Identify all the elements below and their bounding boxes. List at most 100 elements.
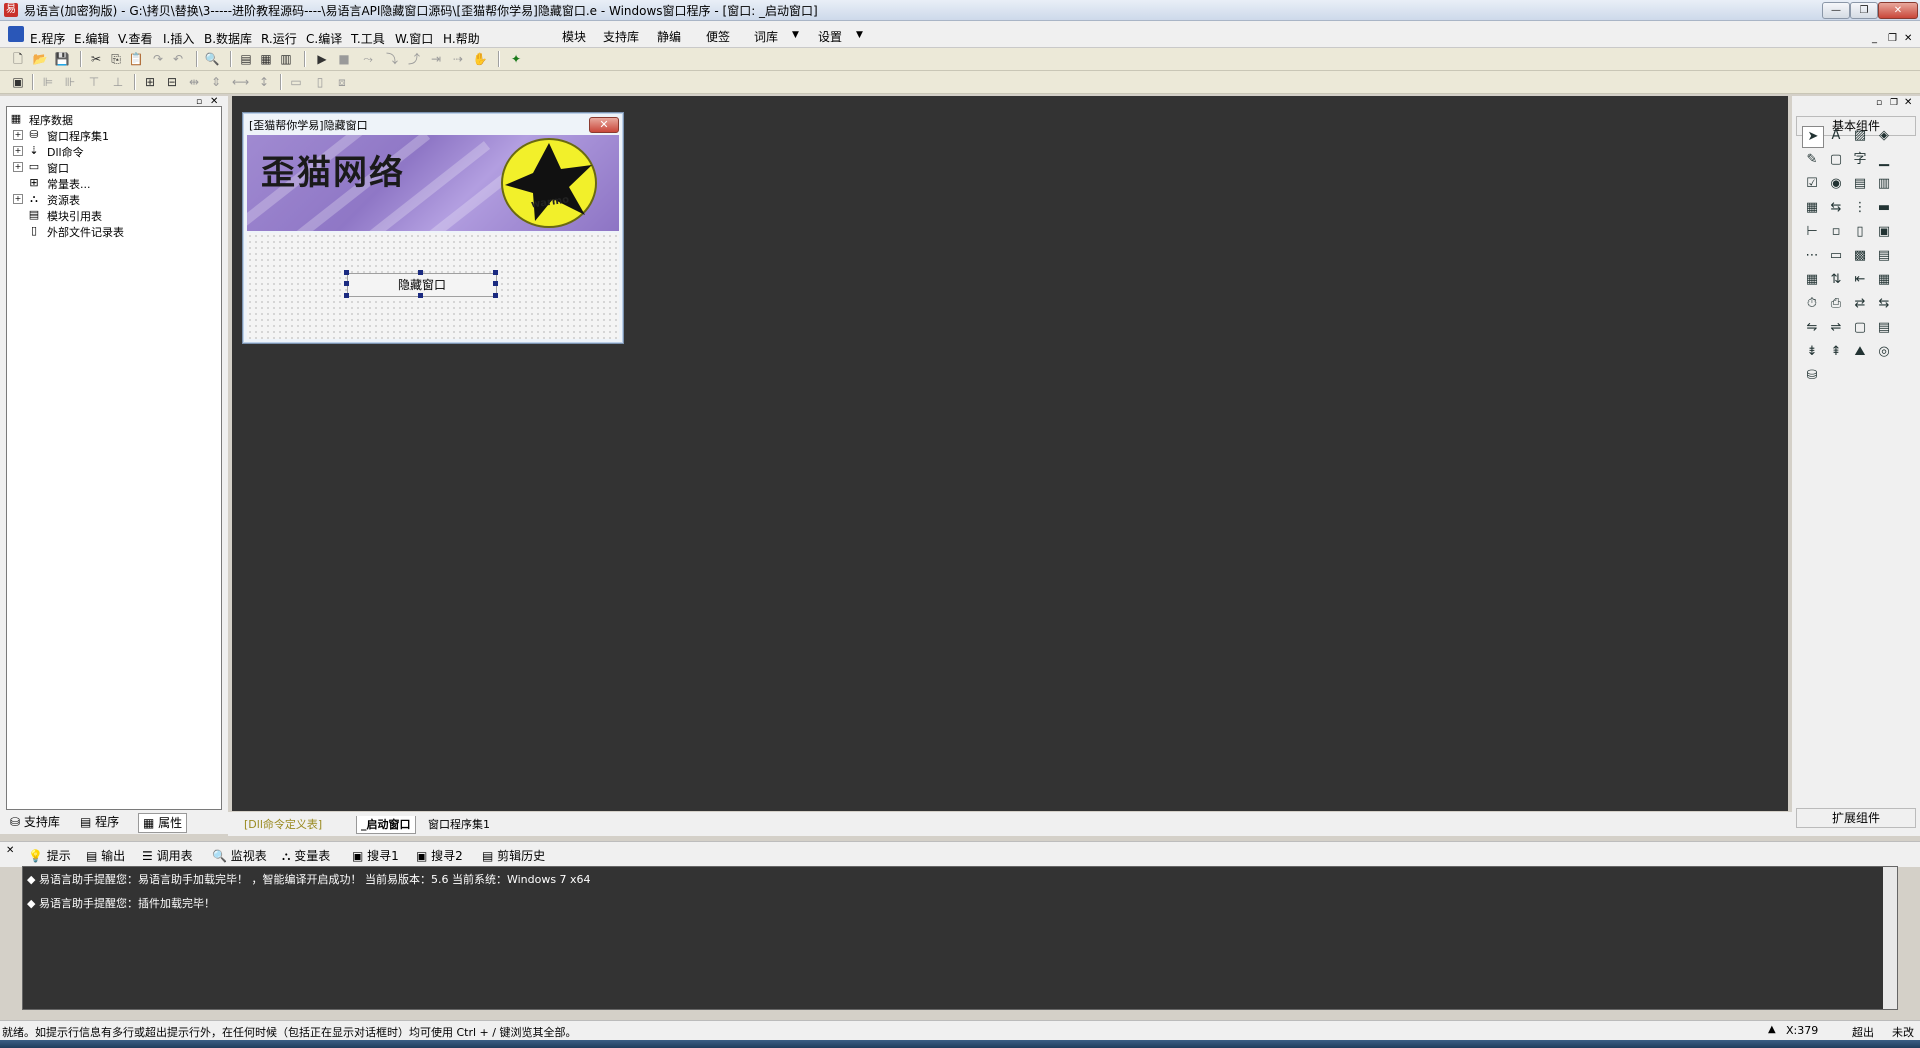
tab-watch[interactable]: 🔍 监视表 [212, 847, 267, 864]
same-width-icon[interactable]: ⇹ [186, 74, 202, 90]
banner-image[interactable]: 歪猫网络 warmo [247, 135, 619, 231]
hand-icon[interactable]: ✋ [472, 51, 488, 67]
tab-call-stack[interactable]: ☰ 调用表 [142, 847, 193, 864]
vscroll-icon[interactable]: ⋮ [1850, 198, 1870, 218]
paste-icon[interactable]: 📋 [128, 51, 144, 67]
dotted-icon[interactable]: ⋯ [1802, 246, 1822, 266]
tab-variables[interactable]: ⛬ 变量表 [282, 847, 330, 864]
menu-thesaurus[interactable]: 词库 [754, 28, 778, 45]
form-designer[interactable]: [歪猫帮你学易]隐藏窗口 ✕ 歪猫网络 warmo 隐藏窗口 [232, 96, 1788, 811]
menu-insert[interactable]: I.插入 [163, 30, 194, 47]
resize-handle[interactable] [418, 293, 423, 298]
menu-run[interactable]: R.运行 [261, 30, 297, 47]
menu-static-compile[interactable]: 静编 [657, 28, 681, 45]
edit-box-icon[interactable]: ✎ [1802, 150, 1822, 170]
mdi-restore-icon[interactable]: ❐ [1888, 33, 1897, 44]
layout-top-icon[interactable]: ▦ [258, 51, 274, 67]
resize-handle[interactable] [493, 270, 498, 275]
combobox-icon[interactable]: ▥ [1874, 174, 1894, 194]
label-icon[interactable]: A [1826, 126, 1846, 146]
chevron-down-icon[interactable]: ▼ [792, 30, 799, 40]
close-icon[interactable]: ✕ [1904, 97, 1912, 108]
copy-icon[interactable]: ⎘ [108, 51, 124, 67]
center-v-icon[interactable]: ⊟ [164, 74, 180, 90]
space-v-icon[interactable]: ↕ [256, 74, 272, 90]
menu-database[interactable]: B.数据库 [204, 30, 252, 47]
db-provider-icon[interactable]: ⇟ [1802, 342, 1822, 362]
resize-handle[interactable] [344, 293, 349, 298]
chart-icon[interactable]: ⛰ [1850, 342, 1870, 362]
form-canvas[interactable]: 隐藏窗口 [247, 233, 619, 339]
pointer-icon[interactable]: ➤ [1802, 126, 1824, 148]
save-icon[interactable]: 💾 [54, 51, 70, 67]
find-icon[interactable]: 🔍 [204, 51, 220, 67]
menu-view[interactable]: V.查看 [118, 30, 152, 47]
tab-dll-definitions[interactable]: [Dll命令定义表] [244, 816, 322, 833]
radio-icon[interactable]: ◉ [1826, 174, 1846, 194]
tab-startup-window[interactable]: _启动窗口 [356, 816, 416, 834]
form-window[interactable]: [歪猫帮你学易]隐藏窗口 ✕ 歪猫网络 warmo 隐藏窗口 [242, 112, 624, 344]
restore-button[interactable]: ❐ [1850, 2, 1878, 19]
tab-program[interactable]: ▤ 程序 [80, 813, 119, 831]
shape-icon[interactable]: ◈ [1874, 126, 1894, 146]
center-h-icon[interactable]: ⊞ [142, 74, 158, 90]
splitter-v-icon[interactable]: ⇤ [1850, 270, 1870, 290]
expand-icon[interactable]: + [13, 162, 23, 172]
same-height-icon[interactable]: ⇕ [208, 74, 224, 90]
menu-help[interactable]: H.帮助 [443, 30, 480, 47]
align-bottom-icon[interactable]: ⊥ [110, 74, 126, 90]
menu-tools[interactable]: T.工具 [351, 30, 385, 47]
layout-left-icon[interactable]: ▤ [238, 51, 254, 67]
size-width-icon[interactable]: ▭ [288, 74, 304, 90]
size-both-icon[interactable]: ⧈ [334, 74, 350, 90]
pin-icon[interactable]: ▫ [1876, 98, 1882, 108]
resize-handle[interactable] [493, 293, 498, 298]
timer-icon[interactable]: ⏱ [1802, 294, 1822, 314]
run-icon[interactable]: ▶ [314, 51, 330, 67]
tab-properties[interactable]: ▦ 属性 [138, 813, 188, 833]
align-left-icon[interactable]: ⊫ [40, 74, 56, 90]
port-icon[interactable]: ⇌ [1826, 318, 1846, 338]
menu-edit[interactable]: E.编辑 [74, 30, 109, 47]
table-icon[interactable]: ▦ [1802, 270, 1822, 290]
tab-window-assembly[interactable]: 窗口程序集1 [428, 816, 490, 833]
calendar-icon[interactable]: ▦ [1874, 270, 1894, 290]
listbox-icon[interactable]: ▤ [1850, 174, 1870, 194]
menu-settings[interactable]: 设置 [818, 28, 842, 45]
grid-icon[interactable]: ▣ [10, 74, 26, 90]
mdi-minimize-icon[interactable]: _ [1872, 33, 1877, 44]
space-h-icon[interactable]: ⟷ [232, 74, 249, 90]
tab-icon[interactable]: ▣ [1874, 222, 1894, 242]
tab-search2[interactable]: ▣ 搜寻2 [416, 847, 463, 864]
output-area[interactable]: ◆ 易语言助手提醒您：易语言助手加载完毕！ ，智能编译开启成功！ 当前易版本：5… [22, 866, 1898, 1010]
tab-output[interactable]: ▤ 输出 [86, 847, 125, 864]
picture-icon[interactable]: ▨ [1850, 126, 1870, 146]
expand-icon[interactable]: + [13, 194, 23, 204]
frame-icon[interactable]: ▢ [1826, 150, 1846, 170]
tree-icon[interactable]: ⇅ [1826, 270, 1846, 290]
window-icon[interactable]: ▢ [1850, 318, 1870, 338]
resize-handle[interactable] [344, 270, 349, 275]
new-file-icon[interactable]: 🗋 [10, 51, 26, 67]
odbc-db-icon[interactable]: ⛁ [1802, 366, 1822, 386]
align-right-icon[interactable]: ⊪ [62, 74, 78, 90]
button-icon[interactable]: ▭ [1826, 246, 1846, 266]
line-icon[interactable]: ▁ [1874, 150, 1894, 170]
align-top-icon[interactable]: ⊤ [86, 74, 102, 90]
step-out-icon[interactable]: ⇥ [428, 51, 444, 67]
resize-handle[interactable] [344, 281, 349, 286]
chevron-down-icon[interactable]: ▼ [856, 30, 863, 40]
tab-hint[interactable]: 💡 提示 [28, 847, 71, 864]
menu-window[interactable]: W.窗口 [395, 30, 433, 47]
odbc-icon[interactable]: ◎ [1874, 342, 1894, 362]
socket-icon[interactable]: ⇄ [1850, 294, 1870, 314]
arrow-up-icon[interactable]: ▲ [1768, 1024, 1776, 1035]
project-tree[interactable]: ▦ 程序数据 + ⛁ 窗口程序集1 + ⇣ Dll命令 + ▭ 窗口 ⊞ 常量表… [6, 106, 222, 810]
text-icon[interactable]: 字 [1850, 150, 1870, 170]
restore-icon[interactable]: ❐ [1890, 98, 1898, 108]
progress-icon[interactable]: ▬ [1874, 198, 1894, 218]
menu-notes[interactable]: 便签 [706, 28, 730, 45]
scroll-icon[interactable]: ⇆ [1826, 198, 1846, 218]
list-icon[interactable]: ▤ [1874, 318, 1894, 338]
resize-handle[interactable] [493, 281, 498, 286]
